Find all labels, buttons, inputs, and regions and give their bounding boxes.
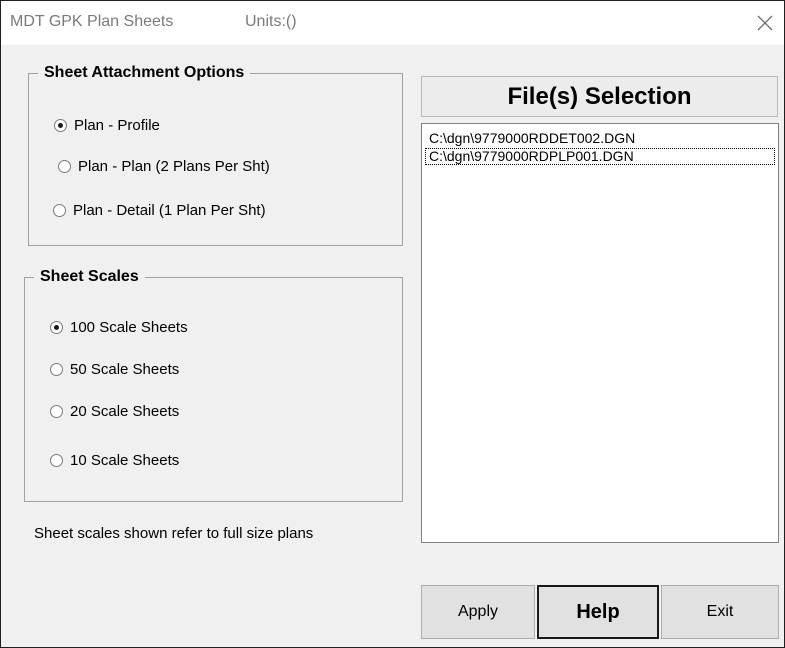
units-label: Units:() xyxy=(245,13,297,30)
radio-100-scale[interactable]: 100 Scale Sheets xyxy=(50,319,188,336)
close-icon xyxy=(757,15,773,31)
plan-sheets-dialog: MDT GPK Plan Sheets Units:() Sheet Attac… xyxy=(0,0,785,648)
window-title: MDT GPK Plan Sheets xyxy=(10,13,174,30)
radio-button-icon xyxy=(50,363,63,376)
radio-label: 10 Scale Sheets xyxy=(70,452,180,469)
radio-50-scale[interactable]: 50 Scale Sheets xyxy=(50,361,179,378)
radio-label: Plan - Plan (2 Plans Per Sht) xyxy=(78,158,270,175)
list-item[interactable]: C:\dgn\9779000RDDET002.DGN xyxy=(425,130,775,147)
files-selection-header: File(s) Selection xyxy=(421,76,778,117)
help-button[interactable]: Help xyxy=(537,585,659,639)
file-listbox[interactable]: C:\dgn\9779000RDDET002.DGN C:\dgn\977900… xyxy=(421,123,779,543)
radio-label: 20 Scale Sheets xyxy=(70,403,180,420)
title-bar: MDT GPK Plan Sheets Units:() xyxy=(1,1,784,45)
radio-button-icon xyxy=(50,321,63,334)
exit-button[interactable]: Exit xyxy=(661,585,779,639)
close-button[interactable] xyxy=(749,7,781,39)
radio-plan-detail[interactable]: Plan - Detail (1 Plan Per Sht) xyxy=(53,202,266,219)
sheet-scales-legend: Sheet Scales xyxy=(40,268,139,285)
radio-label: Plan - Profile xyxy=(74,117,160,134)
radio-20-scale[interactable]: 20 Scale Sheets xyxy=(50,403,179,420)
radio-button-icon xyxy=(58,160,71,173)
radio-label: 100 Scale Sheets xyxy=(70,319,188,336)
sheet-attachment-options-legend: Sheet Attachment Options xyxy=(44,64,245,81)
radio-plan-profile[interactable]: Plan - Profile xyxy=(54,117,160,134)
list-item[interactable]: C:\dgn\9779000RDPLP001.DGN xyxy=(425,148,775,165)
radio-button-icon xyxy=(53,204,66,217)
radio-button-icon xyxy=(50,454,63,467)
radio-label: Plan - Detail (1 Plan Per Sht) xyxy=(73,202,266,219)
radio-plan-plan[interactable]: Plan - Plan (2 Plans Per Sht) xyxy=(58,158,270,175)
scale-note: Sheet scales shown refer to full size pl… xyxy=(34,525,314,542)
radio-label: 50 Scale Sheets xyxy=(70,361,180,378)
radio-button-icon xyxy=(50,405,63,418)
radio-button-icon xyxy=(54,119,67,132)
apply-button[interactable]: Apply xyxy=(421,585,535,639)
radio-10-scale[interactable]: 10 Scale Sheets xyxy=(50,452,179,469)
